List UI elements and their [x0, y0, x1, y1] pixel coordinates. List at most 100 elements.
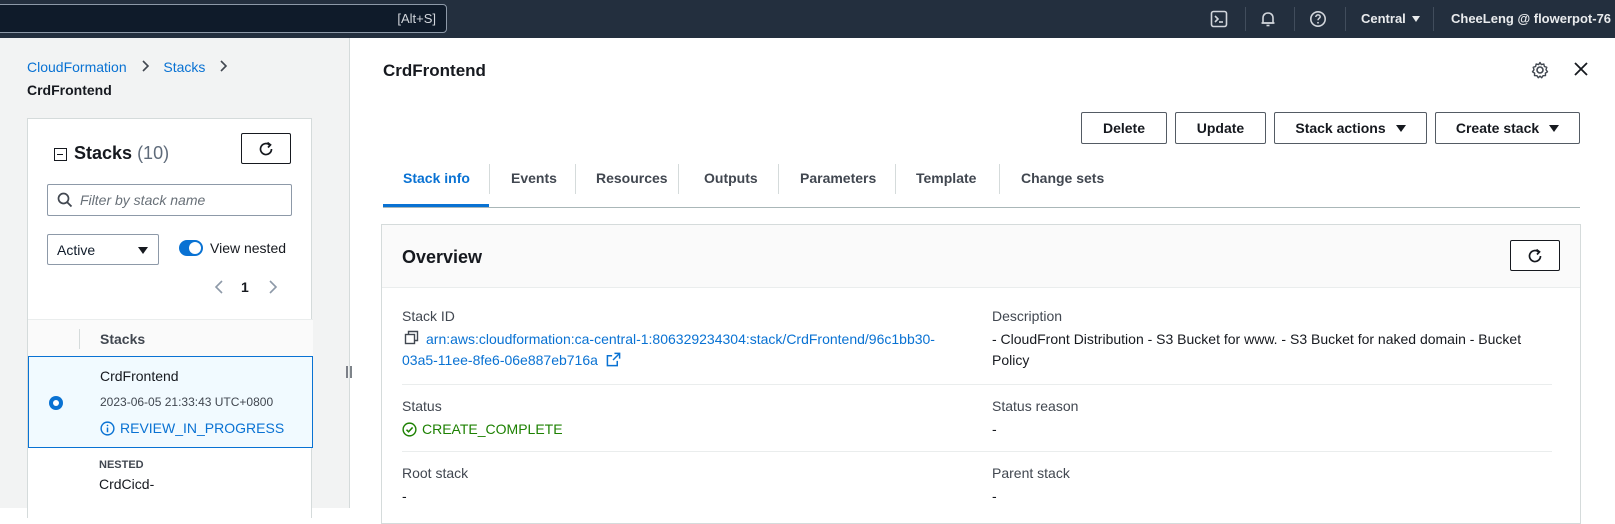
delete-button-label: Delete — [1102, 120, 1146, 136]
page-title: CrdFrontend — [383, 61, 486, 80]
account-label: CheeLeng @ flowerpot-76 — [1451, 11, 1612, 26]
stacks-title: Stacks — [74, 143, 133, 163]
chevron-right-icon — [219, 59, 228, 75]
breadcrumb-current: CrdFrontend — [27, 82, 112, 98]
stack-row-selected[interactable]: CrdFrontend 2023-06-05 21:33:43 UTC+0800… — [28, 356, 313, 448]
stack-id-label: Stack ID — [402, 308, 455, 324]
stack-filter-field[interactable] — [47, 184, 292, 216]
status-filter-value: Active — [57, 242, 96, 258]
previous-page-icon[interactable] — [214, 279, 224, 300]
refresh-stacks-button[interactable] — [241, 133, 291, 164]
success-icon — [402, 421, 417, 437]
tab-change-sets[interactable]: Change sets — [1021, 170, 1104, 186]
stack-id-link-line1[interactable]: arn:aws:cloudformation:ca-central-1:8063… — [426, 329, 935, 350]
breadcrumb-stacks[interactable]: Stacks — [163, 59, 205, 75]
stack-filter-input[interactable] — [80, 192, 280, 208]
stack-row-name[interactable]: CrdCicd- — [99, 476, 154, 492]
view-nested-toggle[interactable] — [179, 240, 203, 256]
copy-icon[interactable] — [404, 330, 420, 351]
stacks-table-header: Stacks — [28, 319, 313, 357]
current-page[interactable]: 1 — [241, 279, 249, 295]
region-selector[interactable]: Central — [1361, 11, 1420, 26]
delete-button[interactable]: Delete — [1081, 112, 1167, 144]
status-filter-select[interactable]: Active — [47, 234, 159, 265]
tab-parameters[interactable]: Parameters — [800, 170, 876, 186]
tab-divider — [895, 164, 896, 194]
panel-resize-handle[interactable] — [345, 365, 353, 382]
nested-tag: NESTED — [99, 459, 144, 471]
parent-stack-value: - — [992, 488, 997, 504]
refresh-overview-button[interactable] — [1510, 240, 1560, 271]
overview-header: Overview — [382, 225, 1580, 288]
account-menu[interactable]: CheeLeng @ flowerpot-76 — [1451, 11, 1615, 26]
caret-down-icon — [1549, 124, 1560, 132]
tab-divider — [678, 164, 679, 194]
search-shortcut-hint: [Alt+S] — [397, 11, 436, 26]
stack-actions-label: Stack actions — [1295, 120, 1386, 136]
status-value: CREATE_COMPLETE — [402, 421, 563, 437]
stacks-count: (10) — [137, 143, 170, 163]
chevron-down-icon — [1411, 16, 1420, 22]
stack-id-link-text: 03a5-11ee-8fe6-06e887eb716a — [402, 352, 598, 368]
parent-stack-label: Parent stack — [992, 465, 1070, 481]
view-nested-label: View nested — [210, 240, 287, 256]
stacks-heading: Stacks (10) — [74, 143, 169, 164]
caret-down-icon — [138, 247, 148, 254]
close-icon[interactable] — [1572, 60, 1590, 83]
refresh-icon — [259, 141, 273, 155]
stacks-side-panel: CloudFormation Stacks CrdFrontend Stacks… — [0, 38, 350, 518]
collapse-icon[interactable] — [54, 148, 67, 161]
breadcrumb: CloudFormation Stacks — [27, 59, 238, 75]
gear-icon[interactable] — [1531, 61, 1549, 84]
next-page-icon[interactable] — [268, 279, 278, 300]
topnav-divider — [1294, 7, 1295, 31]
status-reason-value: - — [992, 421, 997, 437]
notifications-icon[interactable] — [1258, 9, 1278, 29]
breadcrumb-cloudformation[interactable]: CloudFormation — [27, 59, 127, 75]
stack-row-status: REVIEW_IN_PROGRESS — [100, 420, 284, 436]
stacks-list-card: Stacks (10) Active View nested 1 Stacks — [27, 118, 313, 518]
tab-divider — [999, 164, 1000, 194]
tab-template[interactable]: Template — [916, 170, 976, 186]
status-label: Status — [402, 398, 442, 414]
create-stack-label: Create stack — [1455, 120, 1540, 136]
row-radio-selected[interactable] — [49, 396, 63, 410]
stack-actions-button[interactable]: Stack actions — [1274, 112, 1427, 144]
stack-id-link-line2[interactable]: 03a5-11ee-8fe6-06e887eb716a — [402, 350, 621, 373]
overview-panel: Overview Stack ID arn:aws:cloudformation… — [381, 224, 1581, 524]
stack-detail-tabs: Stack info Events Resources Outputs Para… — [383, 160, 1580, 208]
global-search-input[interactable]: [Alt+S] — [0, 4, 447, 33]
tab-divider — [489, 164, 490, 194]
tab-divider — [778, 164, 779, 194]
row-divider — [402, 384, 1552, 385]
status-value-text: CREATE_COMPLETE — [422, 421, 563, 437]
column-divider — [79, 329, 80, 349]
tab-divider — [575, 164, 576, 194]
description-value-line1: - CloudFront Distribution - S3 Bucket fo… — [992, 331, 1522, 347]
refresh-icon — [1528, 248, 1542, 262]
topnav-divider — [1433, 7, 1434, 31]
column-header-stacks[interactable]: Stacks — [100, 331, 145, 347]
stack-row-name: CrdFrontend — [100, 368, 179, 384]
tab-stack-info[interactable]: Stack info — [403, 170, 470, 186]
help-icon[interactable] — [1308, 9, 1328, 29]
row-divider — [402, 451, 1552, 452]
topnav-divider — [1245, 7, 1246, 31]
tab-resources[interactable]: Resources — [596, 170, 668, 186]
update-button[interactable]: Update — [1175, 112, 1266, 144]
top-navigation: [Alt+S] Central CheeLeng @ flowerpot-76 — [0, 0, 1615, 38]
stack-row-timestamp: 2023-06-05 21:33:43 UTC+0800 — [100, 395, 274, 409]
tab-outputs[interactable]: Outputs — [704, 170, 758, 186]
create-stack-button[interactable]: Create stack — [1435, 112, 1580, 144]
root-stack-value: - — [402, 488, 407, 504]
root-stack-label: Root stack — [402, 465, 469, 481]
active-tab-indicator — [383, 204, 489, 207]
cloudshell-icon[interactable] — [1209, 9, 1229, 29]
info-icon — [100, 420, 115, 436]
tab-events[interactable]: Events — [511, 170, 557, 186]
status-reason-label: Status reason — [992, 398, 1079, 414]
stack-row-status-text: REVIEW_IN_PROGRESS — [120, 420, 285, 436]
overview-title: Overview — [402, 247, 483, 267]
external-link-icon — [606, 352, 621, 373]
update-button-label: Update — [1196, 120, 1245, 136]
